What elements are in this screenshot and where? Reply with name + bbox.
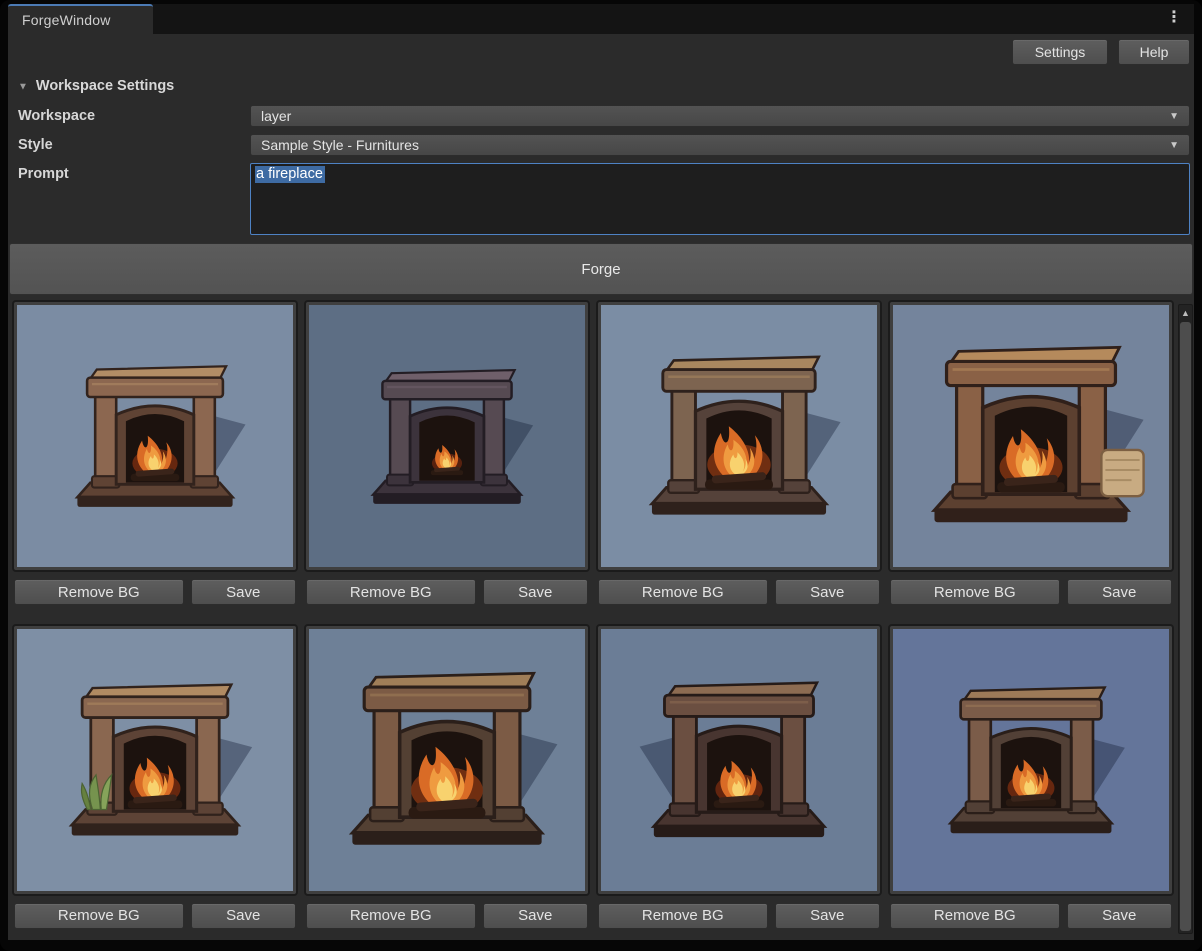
workspace-settings-foldout[interactable]: ▼ Workspace Settings — [18, 74, 1192, 98]
generated-image-2 — [306, 302, 588, 570]
generated-image-4 — [890, 302, 1172, 570]
workspace-dropdown[interactable]: layer ▼ — [250, 105, 1190, 127]
save-button[interactable]: Save — [774, 902, 880, 929]
card-actions: Remove BG Save — [14, 579, 296, 605]
result-card-7: Remove BG Save — [598, 625, 880, 937]
editor-window-frame: ForgeWindow ⋮ Settings Help ▼ Workspace … — [0, 0, 1202, 951]
result-card-2: Remove BG Save — [306, 302, 588, 613]
generated-image-7 — [598, 625, 880, 894]
remove-bg-button[interactable]: Remove BG — [598, 579, 768, 605]
style-dropdown[interactable]: Sample Style - Furnitures ▼ — [250, 134, 1190, 156]
save-button[interactable]: Save — [1066, 579, 1172, 605]
dropdown-arrow-icon: ▼ — [1169, 110, 1179, 122]
tab-bar: ForgeWindow ⋮ — [8, 4, 1194, 34]
result-card-5: Remove BG Save — [14, 625, 296, 937]
save-button[interactable]: Save — [482, 579, 588, 605]
remove-bg-button[interactable]: Remove BG — [306, 579, 476, 605]
foldout-arrow-icon: ▼ — [18, 81, 28, 92]
style-row: Style Sample Style - Furnitures ▼ — [18, 134, 1192, 156]
save-button[interactable]: Save — [190, 579, 296, 605]
remove-bg-button[interactable]: Remove BG — [14, 902, 184, 929]
save-button[interactable]: Save — [774, 579, 880, 605]
card-actions: Remove BG Save — [890, 579, 1172, 605]
foldout-label: Workspace Settings — [35, 78, 175, 94]
settings-button[interactable]: Settings — [1012, 39, 1108, 65]
prompt-row: Prompt a fireplace — [18, 163, 1192, 235]
result-card-4: Remove BG Save — [890, 302, 1172, 613]
workspace-settings-panel: ▼ Workspace Settings Workspace layer ▼ S… — [8, 70, 1194, 235]
style-value: Sample Style - Furnitures — [261, 137, 419, 153]
workspace-value: layer — [261, 108, 292, 124]
tab-title: ForgeWindow — [22, 12, 111, 28]
card-actions: Remove BG Save — [306, 902, 588, 929]
workspace-label: Workspace — [18, 108, 96, 124]
generated-image-5 — [14, 625, 296, 894]
card-actions: Remove BG Save — [890, 902, 1172, 929]
dropdown-arrow-icon: ▼ — [1169, 139, 1179, 151]
result-card-1: Remove BG Save — [14, 302, 296, 613]
result-card-3: Remove BG Save — [598, 302, 880, 613]
generated-image-3 — [598, 302, 880, 570]
remove-bg-button[interactable]: Remove BG — [890, 902, 1060, 929]
scroll-up-icon[interactable]: ▲ — [1179, 305, 1192, 321]
result-card-8: Remove BG Save — [890, 625, 1172, 937]
forge-button[interactable]: Forge — [9, 243, 1193, 295]
help-button[interactable]: Help — [1118, 39, 1190, 65]
save-button[interactable]: Save — [482, 902, 588, 929]
remove-bg-button[interactable]: Remove BG — [14, 579, 184, 605]
toolbar: Settings Help — [8, 34, 1194, 70]
results-grid: Remove BG Save Remove BG Save Remove BG … — [14, 302, 1172, 936]
card-actions: Remove BG Save — [598, 902, 880, 929]
style-label: Style — [18, 137, 53, 153]
prompt-selected-text: a fireplace — [255, 166, 325, 183]
card-actions: Remove BG Save — [306, 579, 588, 605]
generated-image-8 — [890, 625, 1172, 894]
remove-bg-button[interactable]: Remove BG — [306, 902, 476, 929]
result-card-6: Remove BG Save — [306, 625, 588, 937]
save-button[interactable]: Save — [1066, 902, 1172, 929]
generated-image-1 — [14, 302, 296, 570]
card-actions: Remove BG Save — [598, 579, 880, 605]
workspace-row: Workspace layer ▼ — [18, 105, 1192, 127]
prompt-label: Prompt — [18, 166, 69, 182]
remove-bg-button[interactable]: Remove BG — [598, 902, 768, 929]
generated-image-6 — [306, 625, 588, 894]
forge-window: ForgeWindow ⋮ Settings Help ▼ Workspace … — [8, 4, 1194, 940]
scrollbar[interactable]: ▲ — [1178, 304, 1193, 934]
tab-forgewindow[interactable]: ForgeWindow — [8, 4, 153, 34]
card-actions: Remove BG Save — [14, 902, 296, 929]
save-button[interactable]: Save — [190, 902, 296, 929]
window-menu-icon[interactable]: ⋮ — [1166, 8, 1182, 28]
remove-bg-button[interactable]: Remove BG — [890, 579, 1060, 605]
prompt-input[interactable]: a fireplace — [250, 163, 1190, 235]
scrollbar-thumb[interactable] — [1180, 322, 1191, 931]
results-area: Remove BG Save Remove BG Save Remove BG … — [8, 302, 1194, 936]
